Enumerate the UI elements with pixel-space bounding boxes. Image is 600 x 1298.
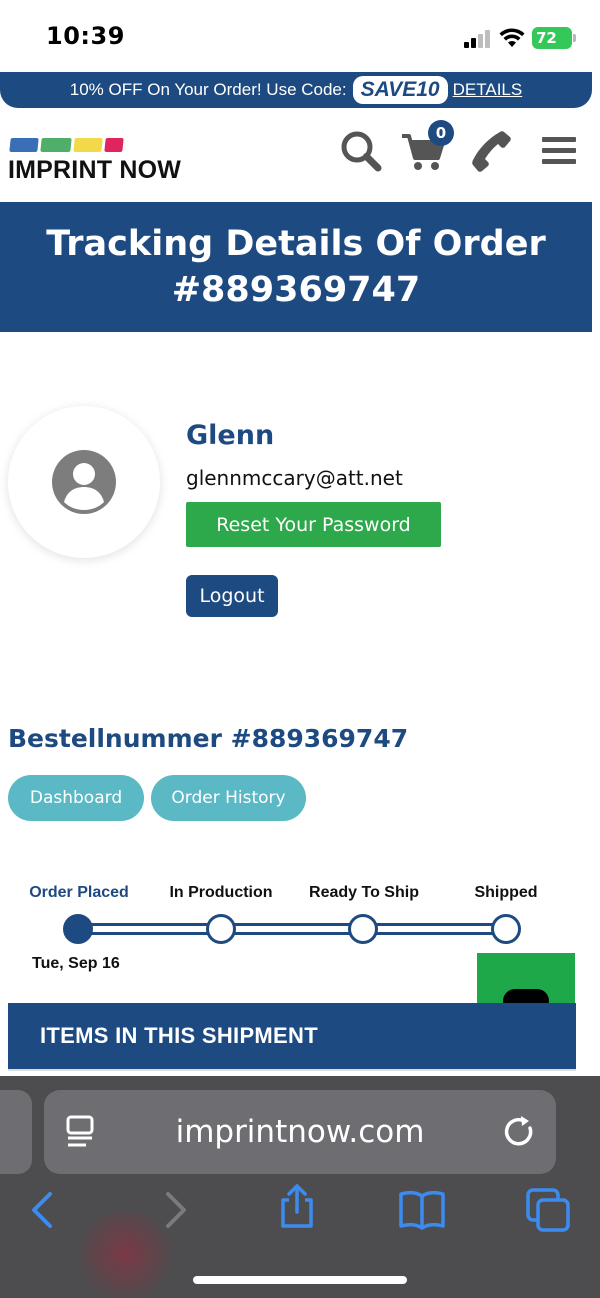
- step-label-shipped: Shipped: [474, 884, 538, 901]
- bookmarks-icon[interactable]: [398, 1186, 446, 1234]
- back-icon[interactable]: [20, 1186, 68, 1234]
- logout-button[interactable]: Logout: [186, 575, 278, 617]
- reset-password-button[interactable]: Reset Your Password: [186, 502, 441, 547]
- tabs-icon[interactable]: [524, 1186, 572, 1234]
- shipment-title: ITEMS IN THIS SHIPMENT: [40, 1023, 318, 1048]
- menu-icon[interactable]: [536, 128, 582, 174]
- wifi-icon: [499, 28, 525, 47]
- step-label-ready-to-ship: Ready To Ship: [309, 884, 419, 901]
- promo-banner: 10% OFF On Your Order! Use Code: SAVE10 …: [0, 72, 592, 108]
- status-time: 10:39: [46, 22, 125, 50]
- shipment-section-header: ITEMS IN THIS SHIPMENT: [8, 1003, 576, 1071]
- address-bar[interactable]: imprintnow.com: [44, 1090, 556, 1174]
- previous-tab-edge[interactable]: [0, 1090, 32, 1174]
- share-icon[interactable]: [273, 1182, 321, 1230]
- dashboard-button[interactable]: Dashboard: [8, 775, 144, 821]
- progress-track: [78, 923, 506, 935]
- user-icon: [52, 450, 116, 514]
- logo-color-bars: [8, 134, 128, 156]
- reload-icon[interactable]: [502, 1114, 538, 1150]
- step-dot-ready-to-ship: [348, 914, 378, 944]
- promo-code: SAVE10: [352, 76, 448, 104]
- battery-level: 72: [536, 29, 557, 47]
- avatar: [8, 406, 160, 558]
- order-history-button[interactable]: Order History: [151, 775, 306, 821]
- step-label-in-production: In Production: [169, 884, 273, 901]
- page-title: Tracking Details Of Order #889369747: [46, 224, 546, 310]
- cellular-signal-icon: [464, 30, 492, 48]
- finger-touch-glow: [70, 1210, 180, 1298]
- home-indicator[interactable]: [193, 1276, 407, 1284]
- promo-details-link[interactable]: DETAILS: [453, 80, 523, 100]
- step-label-order-placed: Order Placed: [29, 884, 129, 901]
- step-date-order-placed: Tue, Sep 16: [32, 955, 120, 972]
- step-dot-shipped: [491, 914, 521, 944]
- step-dot-order-placed: [63, 914, 93, 944]
- profile-email: glennmccary@att.net: [186, 466, 403, 490]
- site-header: IMPRINT NOW 0: [0, 108, 600, 202]
- phone-icon[interactable]: [468, 128, 514, 174]
- brand-name: IMPRINT NOW: [8, 156, 182, 184]
- step-dot-in-production: [206, 914, 236, 944]
- status-bar: 10:39 72: [0, 0, 600, 72]
- search-icon[interactable]: [338, 128, 384, 174]
- promo-text: 10% OFF On Your Order! Use Code:: [69, 80, 347, 99]
- battery-indicator: 72: [532, 27, 576, 49]
- order-number-heading: Bestellnummer #889369747: [8, 724, 409, 753]
- imprint-now-logo[interactable]: IMPRINT NOW: [8, 134, 218, 190]
- url-text: imprintnow.com: [175, 1114, 425, 1150]
- profile-name: Glenn: [186, 420, 275, 451]
- cart-count-badge: 0: [428, 120, 454, 146]
- page-title-banner: Tracking Details Of Order #889369747: [0, 202, 592, 332]
